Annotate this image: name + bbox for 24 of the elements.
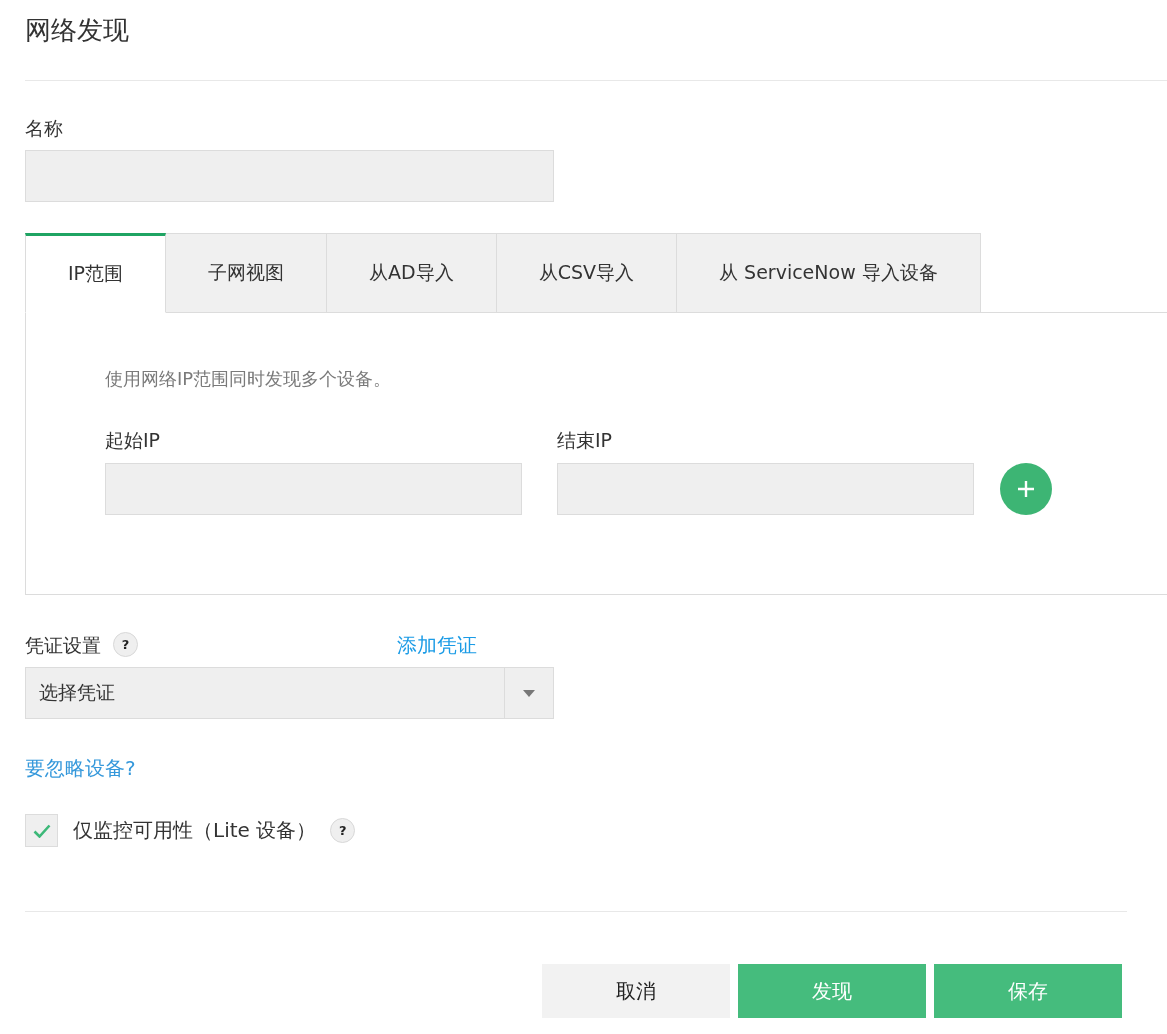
field-label: 结束IP: [557, 428, 613, 452]
name-input-field[interactable]: [25, 150, 554, 202]
tab[interactable]: IP范围: [25, 233, 167, 313]
end-ip-input-field[interactable]: [557, 463, 974, 515]
field-label: 起始IP: [105, 428, 161, 452]
field-label: 凭证设置: [25, 632, 101, 657]
caret-icon: [523, 689, 535, 697]
description-text: 使用网络IP范围同时发现多个设备。: [105, 367, 392, 391]
tab[interactable]: 子网视图: [166, 233, 328, 313]
tab[interactable]: 从AD导入: [327, 233, 497, 313]
check-icon: [32, 823, 51, 838]
add-button[interactable]: [1000, 463, 1052, 515]
help-icon[interactable]: ?: [330, 818, 356, 843]
start-ip-input-field[interactable]: [105, 463, 522, 515]
plus-icon: [1017, 480, 1035, 498]
credential-select[interactable]: 选择凭证: [25, 667, 554, 719]
checkbox-label: 仅监控可用性（Lite 设备）: [73, 817, 317, 844]
tab[interactable]: 从 ServiceNow 导入设备: [677, 233, 981, 313]
field-label: 名称: [25, 116, 63, 140]
help-icon[interactable]: ?: [113, 632, 138, 657]
tab[interactable]: 从CSV导入: [496, 233, 678, 313]
page-title: 网络发现: [25, 14, 129, 46]
checkbox[interactable]: [25, 814, 58, 847]
cancel-button[interactable]: 取消: [542, 964, 730, 1018]
